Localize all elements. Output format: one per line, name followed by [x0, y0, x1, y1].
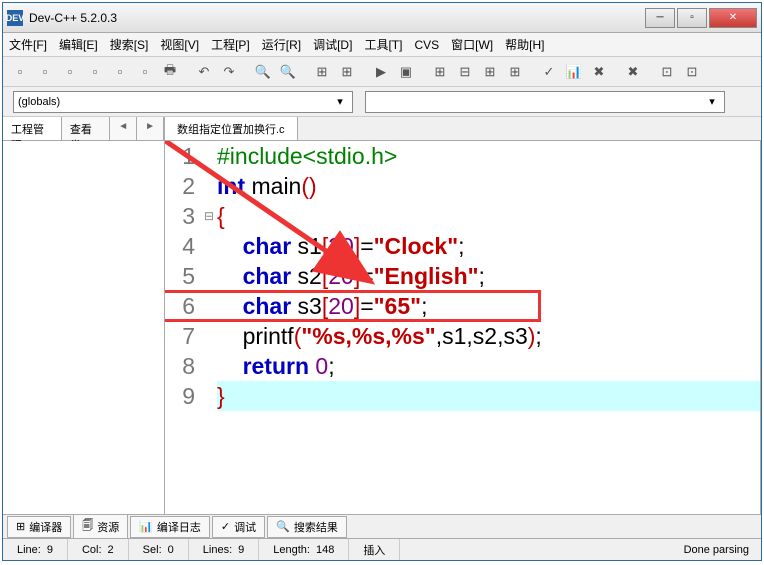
project-tree[interactable] — [3, 141, 164, 514]
code-editor[interactable]: 123456789 ⊟ #include<stdio.h>int main(){… — [165, 141, 761, 514]
line-gutter: 123456789 — [165, 141, 201, 514]
body-area: 工程管理 查看类 ◄ ► 数组指定位置加换行.c 123456789 ⊟ #in… — [3, 117, 761, 514]
menu-item-0[interactable]: 文件[F] — [9, 36, 47, 53]
toolbar-button-25[interactable]: ✓ — [538, 61, 560, 83]
bottom-tab-3[interactable]: ✓ 调试 — [212, 516, 265, 538]
tab-nav-prev[interactable]: ◄ — [110, 117, 137, 140]
left-panel: 工程管理 查看类 ◄ ► — [3, 117, 165, 514]
status-lines: Lines:9 — [189, 539, 259, 560]
toolbar-button-27[interactable]: ✖ — [588, 61, 610, 83]
menu-item-8[interactable]: CVS — [414, 38, 439, 52]
status-line: Line:9 — [3, 539, 68, 560]
menu-item-5[interactable]: 运行[R] — [262, 36, 301, 53]
bottom-tab-2[interactable]: 📊 编译日志 — [130, 516, 210, 538]
scope-combo[interactable]: (globals) ▾ — [13, 91, 353, 113]
menu-item-6[interactable]: 调试[D] — [313, 36, 352, 53]
toolbar-button-9[interactable]: ↷ — [218, 61, 240, 83]
bottom-tab-0[interactable]: ⊞ 编译器 — [7, 516, 71, 538]
toolbar-button-29[interactable]: ✖ — [622, 61, 644, 83]
toolbar: ▫▫▫▫▫▫🖶↶↷🔍🔍⊞⊞▶▣⊞⊟⊞⊞✓📊✖✖⊡⊡ — [3, 57, 761, 87]
symbol-combo[interactable]: ▾ — [365, 91, 725, 113]
tab-icon: ⊞ — [16, 520, 25, 533]
toolbar-button-21[interactable]: ⊟ — [454, 61, 476, 83]
menu-item-4[interactable]: 工程[P] — [211, 36, 250, 53]
statusbar: Line:9 Col:2 Sel:0 Lines:9 Length:148 插入… — [3, 538, 761, 560]
fold-gutter[interactable]: ⊟ — [201, 141, 217, 514]
status-sel: Sel:0 — [129, 539, 189, 560]
bottom-tab-4[interactable]: 🔍 搜索结果 — [267, 516, 347, 538]
toolbar-button-22[interactable]: ⊞ — [479, 61, 501, 83]
status-length: Length:148 — [259, 539, 349, 560]
tab-label: 调试 — [234, 519, 256, 535]
toolbar-button-17[interactable]: ▶ — [370, 61, 392, 83]
close-button[interactable]: ✕ — [709, 8, 757, 28]
scope-value: (globals) — [18, 96, 60, 108]
menubar: 文件[F] 编辑[E] 搜索[S] 视图[V] 工程[P] 运行[R] 调试[D] 工具[T]… — [3, 33, 761, 57]
menu-item-7[interactable]: 工具[T] — [364, 36, 402, 53]
minimize-button[interactable]: ─ — [645, 8, 675, 28]
file-tab[interactable]: 数组指定位置加换行.c — [165, 117, 298, 140]
window-title: Dev-C++ 5.2.0.3 — [29, 11, 645, 25]
tab-label: 编译日志 — [157, 519, 201, 535]
tab-icon: 📊 — [139, 520, 153, 533]
menu-item-1[interactable]: 编辑[E] — [59, 36, 98, 53]
toolbar-button-31[interactable]: ⊡ — [656, 61, 678, 83]
menu-item-10[interactable]: 帮助[H] — [505, 36, 544, 53]
toolbar-button-32[interactable]: ⊡ — [681, 61, 703, 83]
chevron-down-icon: ▾ — [704, 95, 720, 108]
file-tabs: 数组指定位置加换行.c — [165, 117, 761, 141]
menu-item-3[interactable]: 视图[V] — [160, 36, 199, 53]
toolbar-button-20[interactable]: ⊞ — [429, 61, 451, 83]
tab-icon: 🗐 — [82, 517, 93, 536]
toolbar-button-14[interactable]: ⊞ — [311, 61, 333, 83]
toolbar-button-0[interactable]: ▫ — [9, 61, 31, 83]
toolbar-button-11[interactable]: 🔍 — [252, 61, 274, 83]
toolbar-button-12[interactable]: 🔍 — [277, 61, 299, 83]
tab-label: 编译器 — [29, 519, 62, 535]
toolbar-button-2[interactable]: ▫ — [59, 61, 81, 83]
tab-project[interactable]: 工程管理 — [3, 117, 62, 140]
toolbar-button-26[interactable]: 📊 — [563, 61, 585, 83]
bottom-tabs: ⊞ 编译器 🗐资源 📊 编译日志 ✓ 调试 🔍 搜索结果 — [3, 514, 761, 538]
code-body[interactable]: #include<stdio.h>int main(){ char s1[20]… — [217, 141, 760, 514]
toolbar-button-3[interactable]: ▫ — [84, 61, 106, 83]
menu-item-2[interactable]: 搜索[S] — [110, 36, 149, 53]
toolbar-button-18[interactable]: ▣ — [395, 61, 417, 83]
tab-nav-next[interactable]: ► — [137, 117, 164, 140]
toolbar-button-23[interactable]: ⊞ — [504, 61, 526, 83]
tab-label: 资源 — [97, 519, 119, 535]
tab-label: 搜索结果 — [294, 519, 338, 535]
maximize-button[interactable]: ▫ — [677, 8, 707, 28]
app-icon: DEV — [7, 10, 23, 26]
titlebar[interactable]: DEV Dev-C++ 5.2.0.3 ─ ▫ ✕ — [3, 3, 761, 33]
toolbar-button-4[interactable]: ▫ — [109, 61, 131, 83]
left-tabs: 工程管理 查看类 ◄ ► — [3, 117, 164, 141]
status-mode: 插入 — [349, 539, 400, 560]
combo-bar: (globals) ▾ ▾ — [3, 87, 761, 117]
chevron-down-icon: ▾ — [332, 95, 348, 108]
toolbar-button-5[interactable]: ▫ — [134, 61, 156, 83]
status-parse: Done parsing — [400, 539, 761, 560]
tab-icon: 🔍 — [276, 520, 290, 533]
bottom-tab-1[interactable]: 🗐资源 — [73, 514, 128, 539]
app-window: DEV Dev-C++ 5.2.0.3 ─ ▫ ✕ 文件[F] 编辑[E] 搜索[S… — [2, 2, 762, 561]
toolbar-button-1[interactable]: ▫ — [34, 61, 56, 83]
menu-item-9[interactable]: 窗口[W] — [451, 36, 493, 53]
toolbar-button-15[interactable]: ⊞ — [336, 61, 358, 83]
toolbar-button-6[interactable]: 🖶 — [159, 61, 181, 83]
window-controls: ─ ▫ ✕ — [645, 8, 757, 28]
editor-area: 数组指定位置加换行.c 123456789 ⊟ #include<stdio.h… — [165, 117, 761, 514]
tab-classes[interactable]: 查看类 — [62, 117, 110, 140]
toolbar-button-8[interactable]: ↶ — [193, 61, 215, 83]
status-col: Col:2 — [68, 539, 129, 560]
tab-icon: ✓ — [221, 520, 230, 533]
